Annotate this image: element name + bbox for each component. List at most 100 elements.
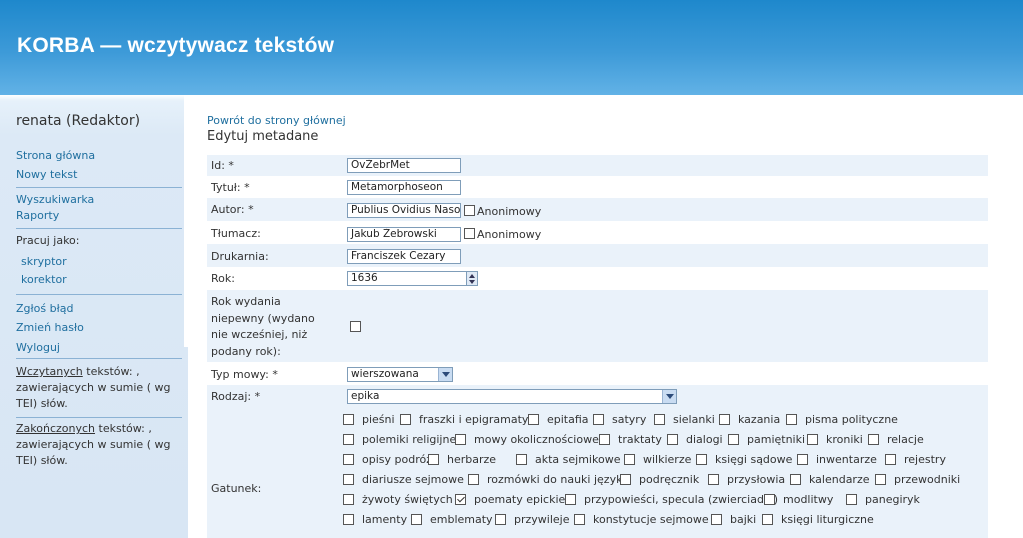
chevron-down-icon[interactable] [438,368,452,381]
genre-checkbox[interactable] [807,433,818,445]
genre-checkbox[interactable] [654,413,665,425]
genre-checkbox[interactable] [528,413,539,425]
genre-option[interactable]: epitafia [528,413,589,426]
genre-option[interactable]: rozmówki do nauki języka [468,473,629,486]
sidebar-link-search[interactable]: Wyszukiwarka [16,193,94,206]
genre-checkbox[interactable] [599,433,610,445]
sidebar-link-change-password[interactable]: Zmień hasło [16,321,84,334]
translator-anonymous-checkbox[interactable] [464,228,475,239]
genre-checkbox[interactable] [875,473,886,485]
chevron-down-icon[interactable] [662,390,676,403]
genre-option[interactable]: kalendarze [790,473,870,486]
genre-checkbox[interactable] [343,473,354,485]
genre-checkbox[interactable] [411,513,422,525]
genre-option[interactable]: polemiki religijne [343,433,456,446]
genre-checkbox[interactable] [455,493,466,505]
stats-finished-link[interactable]: Zakończonych [16,422,95,435]
genre-option[interactable]: modlitwy [764,493,833,506]
stats-loaded-link[interactable]: Wczytanych [16,365,83,378]
genre-option[interactable]: przywileje [495,513,570,526]
genre-checkbox[interactable] [728,433,739,445]
genre-checkbox[interactable] [762,513,773,525]
genre-option[interactable]: bajki [711,513,756,526]
genre-checkbox[interactable] [790,473,801,485]
genre-option[interactable]: mowy okolicznościowe [455,433,599,446]
genre-option[interactable]: pisma polityczne [786,413,898,426]
genre-checkbox[interactable] [343,413,354,425]
genre-option[interactable]: panegiryk [846,493,920,506]
genre-option[interactable]: przewodniki [875,473,960,486]
genre-checkbox[interactable] [400,413,411,425]
genre-checkbox[interactable] [343,513,354,525]
genre-option[interactable]: inwentarze [797,453,877,466]
id-input[interactable]: OvŻebrMet [347,158,461,173]
genre-option[interactable]: emblematy [411,513,493,526]
genre-option[interactable]: herbarze [428,453,496,466]
translator-input[interactable]: Jakub Żebrowski [347,227,461,242]
genre-checkbox[interactable] [708,473,719,485]
genre-checkbox[interactable] [786,413,797,425]
genre-checkbox[interactable] [343,493,354,505]
spinner-down-icon[interactable] [469,280,475,284]
genre-option[interactable]: akta sejmikowe [516,453,620,466]
year-input[interactable]: 1636 [347,271,468,286]
genre-option[interactable]: satyry [593,413,646,426]
genre-checkbox[interactable] [797,453,808,465]
year-spinner[interactable] [466,271,478,286]
uncertain-year-checkbox[interactable] [350,321,361,332]
back-to-home-link[interactable]: Powrót do strony głównej [207,114,346,127]
genre-option[interactable]: podręcznik [620,473,699,486]
genre-option[interactable]: księgi sądowe [696,453,792,466]
genre-checkbox[interactable] [868,433,879,445]
kind-select[interactable]: epika [347,389,677,404]
sidebar-link-logout[interactable]: Wyloguj [16,341,60,354]
sidebar-link-scriptor[interactable]: skryptor [21,255,67,268]
title-input[interactable]: Metamorphoseon [347,180,461,195]
sidebar-link-home[interactable]: Strona główna [16,149,95,162]
genre-option[interactable]: poematy epickie [455,493,565,506]
genre-checkbox[interactable] [455,433,466,445]
genre-option[interactable]: opisy podróży [343,453,439,466]
author-input[interactable]: Publius Ovidius Naso [347,203,461,218]
genre-option[interactable]: konstytucje sejmowe [574,513,709,526]
genre-option[interactable]: wilkierze [624,453,691,466]
genre-checkbox[interactable] [711,513,722,525]
genre-checkbox[interactable] [696,453,707,465]
genre-checkbox[interactable] [667,433,678,445]
genre-option[interactable]: diariusze sejmowe [343,473,464,486]
genre-checkbox[interactable] [343,453,354,465]
genre-option[interactable]: dialogi [667,433,723,446]
genre-checkbox[interactable] [620,473,631,485]
sidebar-link-reports[interactable]: Raporty [16,209,59,222]
spinner-up-icon[interactable] [469,274,475,278]
genre-checkbox[interactable] [846,493,857,505]
genre-option[interactable]: sielanki [654,413,715,426]
speech-type-select[interactable]: wierszowana [347,367,453,382]
genre-checkbox[interactable] [719,413,730,425]
author-anonymous-checkbox[interactable] [464,205,475,216]
genre-checkbox[interactable] [495,513,506,525]
genre-checkbox[interactable] [593,413,604,425]
genre-checkbox[interactable] [764,493,775,505]
genre-checkbox[interactable] [343,433,354,445]
genre-option[interactable]: kazania [719,413,780,426]
genre-option[interactable]: lamenty [343,513,407,526]
genre-option[interactable]: żywoty świętych [343,493,453,506]
genre-checkbox[interactable] [516,453,527,465]
genre-option[interactable]: księgi liturgiczne [762,513,874,526]
genre-checkbox[interactable] [885,453,896,465]
printer-input[interactable]: Franciszek Cezary [347,249,461,264]
genre-checkbox[interactable] [565,493,576,505]
genre-option[interactable]: relacje [868,433,924,446]
sidebar-link-proofreader[interactable]: korektor [21,273,67,286]
genre-checkbox[interactable] [624,453,635,465]
genre-checkbox[interactable] [428,453,439,465]
genre-checkbox[interactable] [468,473,479,485]
genre-option[interactable]: rejestry [885,453,946,466]
sidebar-link-new-text[interactable]: Nowy tekst [16,168,77,181]
genre-option[interactable]: przypowieści, specula (zwierciadła) [565,493,778,506]
genre-option[interactable]: przysłowia [708,473,785,486]
sidebar-link-report-bug[interactable]: Zgłoś błąd [16,302,73,315]
genre-option[interactable]: traktaty [599,433,662,446]
genre-checkbox[interactable] [574,513,585,525]
